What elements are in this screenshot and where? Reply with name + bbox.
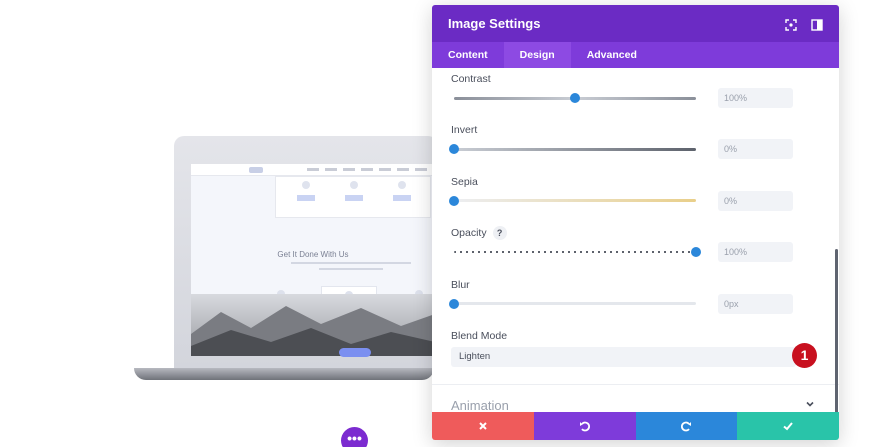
step-badge: 1 xyxy=(792,343,817,368)
blur-slider-handle[interactable] xyxy=(449,299,459,309)
laptop-mockup: Get It Done With Us xyxy=(134,136,438,386)
modal-title: Image Settings xyxy=(448,16,541,31)
screen-cta-button xyxy=(339,348,371,357)
contrast-value-input[interactable]: 100% xyxy=(718,88,793,108)
screen-nav xyxy=(191,164,435,176)
screen-card xyxy=(382,181,422,213)
screen-text-line xyxy=(291,262,411,264)
screen-card xyxy=(286,181,326,213)
invert-label: Invert xyxy=(451,124,478,136)
tab-content[interactable]: Content xyxy=(432,42,504,68)
sepia-slider[interactable] xyxy=(454,199,696,202)
undo-icon xyxy=(579,421,590,432)
invert-slider-handle[interactable] xyxy=(449,144,459,154)
screen-pricing-cards xyxy=(275,176,431,218)
laptop-base xyxy=(134,368,434,380)
blend-mode-label: Blend Mode xyxy=(451,330,508,342)
mountain-image xyxy=(191,294,435,356)
sepia-value-input[interactable]: 0% xyxy=(718,191,793,211)
screen-logo xyxy=(249,167,263,173)
help-icon[interactable]: ? xyxy=(492,226,507,240)
contrast-label: Contrast xyxy=(451,73,491,85)
blur-value-input[interactable]: 0px xyxy=(718,294,793,314)
modal-footer xyxy=(432,412,839,440)
opacity-value-input[interactable]: 100% xyxy=(718,242,793,262)
screen-card xyxy=(334,181,374,213)
tab-design[interactable]: Design xyxy=(503,42,571,68)
modal-header: Image Settings xyxy=(432,5,839,42)
modal-tabs: Content Design Advanced xyxy=(432,42,839,68)
settings-scrollbar[interactable] xyxy=(835,249,838,412)
blend-mode-select[interactable]: Lighten xyxy=(451,347,796,367)
focus-icon[interactable] xyxy=(785,18,797,31)
modal-header-actions xyxy=(785,18,839,31)
laptop-screen: Get It Done With Us xyxy=(191,164,435,356)
chevron-down-icon xyxy=(804,397,816,409)
more-options-button[interactable]: ••• xyxy=(341,427,368,447)
tab-advanced[interactable]: Advanced xyxy=(571,42,653,68)
invert-slider[interactable] xyxy=(454,148,696,151)
screen-nav-links xyxy=(307,168,427,171)
screen-text-line xyxy=(319,268,383,270)
blur-label: Blur xyxy=(451,279,470,291)
close-icon xyxy=(479,422,487,430)
invert-value-input[interactable]: 0% xyxy=(718,139,793,159)
redo-button[interactable] xyxy=(635,412,738,440)
opacity-label-text: Opacity xyxy=(451,227,487,239)
image-settings-modal: Image Settings Content Design Advanced C… xyxy=(432,5,839,440)
redo-icon xyxy=(681,421,692,432)
opacity-label: Opacity? xyxy=(451,226,507,240)
sepia-label: Sepia xyxy=(451,176,478,188)
undo-button[interactable] xyxy=(533,412,636,440)
opacity-slider-handle[interactable] xyxy=(691,247,701,257)
sidebar-layout-icon[interactable] xyxy=(811,18,823,31)
blur-slider[interactable] xyxy=(454,302,696,305)
contrast-slider-handle[interactable] xyxy=(570,93,580,103)
settings-body: Contrast 100% Invert 0% Sepia 0% Opacity… xyxy=(432,68,839,412)
animation-section-title: Animation xyxy=(451,398,509,412)
screen-heading: Get It Done With Us xyxy=(277,250,349,259)
cancel-button[interactable] xyxy=(432,412,534,440)
opacity-slider[interactable] xyxy=(454,251,696,253)
animation-section-toggle[interactable]: Animation xyxy=(432,384,839,412)
sepia-slider-handle[interactable] xyxy=(449,196,459,206)
builder-canvas: Get It Done With Us ••• Image Settings C… xyxy=(0,0,880,447)
save-button[interactable] xyxy=(737,412,839,440)
check-icon xyxy=(783,422,793,431)
